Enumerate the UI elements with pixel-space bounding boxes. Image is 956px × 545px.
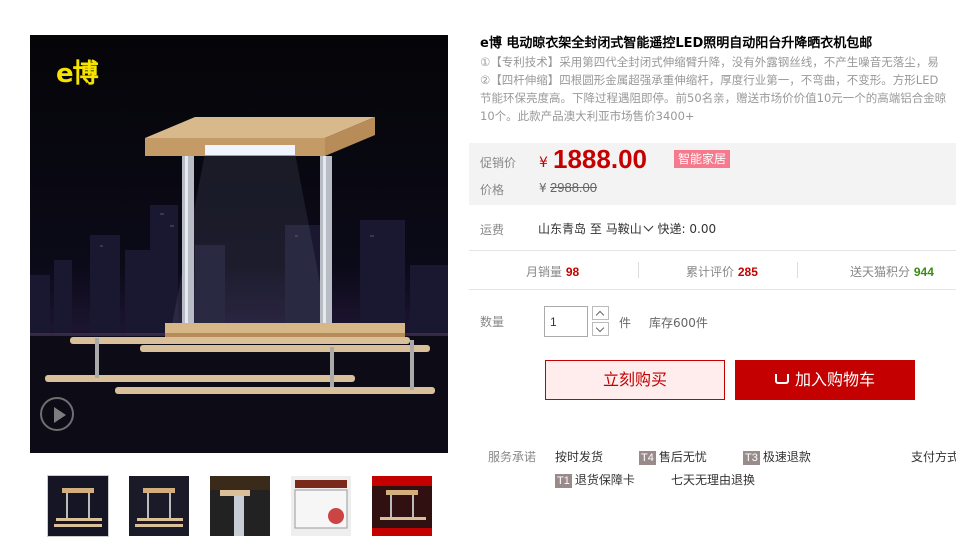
product-description: ①【专利技术】采用第四代全封闭式伸缩臂升降，没有外露钢丝线，不产生噪音无落尘，易… xyxy=(480,53,956,125)
ship-from: 山东青岛 xyxy=(538,222,587,236)
description-line: 10个。此款产品澳大利亚市场售价3400+ xyxy=(480,109,695,123)
thumbnail-4[interactable] xyxy=(291,476,351,536)
stock-count: 库存600件 xyxy=(649,316,708,330)
stat-label: 送天猫积分 xyxy=(850,265,911,279)
original-price: 2988.00 xyxy=(550,180,597,195)
product-illustration xyxy=(30,117,448,453)
ship-to-word: 至 xyxy=(589,222,602,236)
service-text: 售后无忧 xyxy=(658,450,707,464)
express-fee: 快递: 0.00 xyxy=(657,222,717,236)
stat-value: 285 xyxy=(737,265,758,279)
buy-now-button[interactable]: 立刻购买 xyxy=(545,360,725,400)
service-badge: T4 xyxy=(639,451,656,465)
thumbnail-1[interactable] xyxy=(47,475,109,537)
description-line: ①【专利技术】采用第四代全封闭式伸缩臂升降，没有外露钢丝线，不产生噪音无落尘，易 xyxy=(480,55,939,69)
main-product-image: e博 xyxy=(30,35,448,453)
thumbnail-3[interactable] xyxy=(210,476,270,536)
service-badge: T3 xyxy=(743,451,760,465)
quantity-input[interactable] xyxy=(544,306,588,337)
divider xyxy=(469,250,956,251)
quantity-label: 数量 xyxy=(480,315,505,329)
stat-value: 944 xyxy=(913,265,934,279)
add-to-cart-button[interactable]: 加入购物车 xyxy=(735,360,915,400)
promo-price: 1888.00 xyxy=(553,144,647,174)
shipping-label: 运费 xyxy=(480,223,505,237)
service-item[interactable]: T4 售后无忧 xyxy=(639,448,707,465)
currency-symbol: ¥ xyxy=(539,155,548,171)
shipping-info: 山东青岛 至 马鞍山 快递: 0.00 xyxy=(538,220,716,237)
thumbnail-5[interactable] xyxy=(372,476,432,536)
divider xyxy=(638,262,639,278)
promo-price-label: 促销价 xyxy=(480,156,517,170)
price-box: 促销价 ¥ 1888.00 智能家居 价格 ¥ 2988.00 xyxy=(469,143,956,205)
add-to-cart-label: 加入购物车 xyxy=(794,370,875,389)
service-item[interactable]: T1 退货保障卡 xyxy=(555,471,635,488)
stat-label: 月销量 xyxy=(526,265,563,279)
quantity-increase-button[interactable] xyxy=(592,306,609,320)
service-text: 七天无理由退换 xyxy=(671,473,756,487)
service-item[interactable]: 支付方式 xyxy=(911,448,956,465)
description-line: ②【四杆伸缩】四根圆形金属超强承重伸缩杆，厚度行业第一，不弯曲，不变形。方形LE… xyxy=(480,73,939,87)
quantity-decrease-button[interactable] xyxy=(592,322,609,336)
service-text: 支付方式 xyxy=(911,450,956,464)
ship-destination: 马鞍山 xyxy=(605,222,642,236)
divider xyxy=(797,262,798,278)
total-reviews[interactable]: 累计评价 285 xyxy=(686,263,758,280)
category-tag[interactable]: 智能家居 xyxy=(674,150,731,168)
original-price-label: 价格 xyxy=(480,183,505,197)
quantity-unit: 件 xyxy=(619,316,632,330)
service-promise-label: 服务承诺 xyxy=(488,450,537,464)
service-item[interactable]: 按时发货 xyxy=(555,448,603,465)
description-line: 节能环保亮度高。下降过程遇阻即停。前50名亲，赠送市场价价值10元一个的高端铝合… xyxy=(480,91,947,105)
stat-value: 98 xyxy=(565,265,580,279)
divider xyxy=(469,289,956,290)
service-item[interactable]: 七天无理由退换 xyxy=(671,471,755,488)
brand-logo: e博 xyxy=(56,59,99,89)
cart-icon xyxy=(774,373,789,384)
stat-label: 累计评价 xyxy=(686,265,735,279)
service-badge: T1 xyxy=(555,474,572,488)
tmall-points: 送天猫积分 944 xyxy=(850,263,934,280)
service-text: 按时发货 xyxy=(555,450,604,464)
thumbnail-2[interactable] xyxy=(129,476,189,536)
play-icon[interactable] xyxy=(40,397,74,431)
service-text: 极速退款 xyxy=(762,450,811,464)
chevron-down-icon xyxy=(643,221,654,232)
ship-destination-select[interactable]: 马鞍山 xyxy=(605,221,654,236)
monthly-sales: 月销量 98 xyxy=(526,263,579,280)
product-title: e博 电动晾衣架全封闭式智能遥控LED照明自动阳台升降晒衣机包邮 xyxy=(480,36,873,51)
original-currency-symbol: ¥ xyxy=(539,181,547,195)
service-text: 退货保障卡 xyxy=(574,473,635,487)
service-item[interactable]: T3 极速退款 xyxy=(743,448,811,465)
